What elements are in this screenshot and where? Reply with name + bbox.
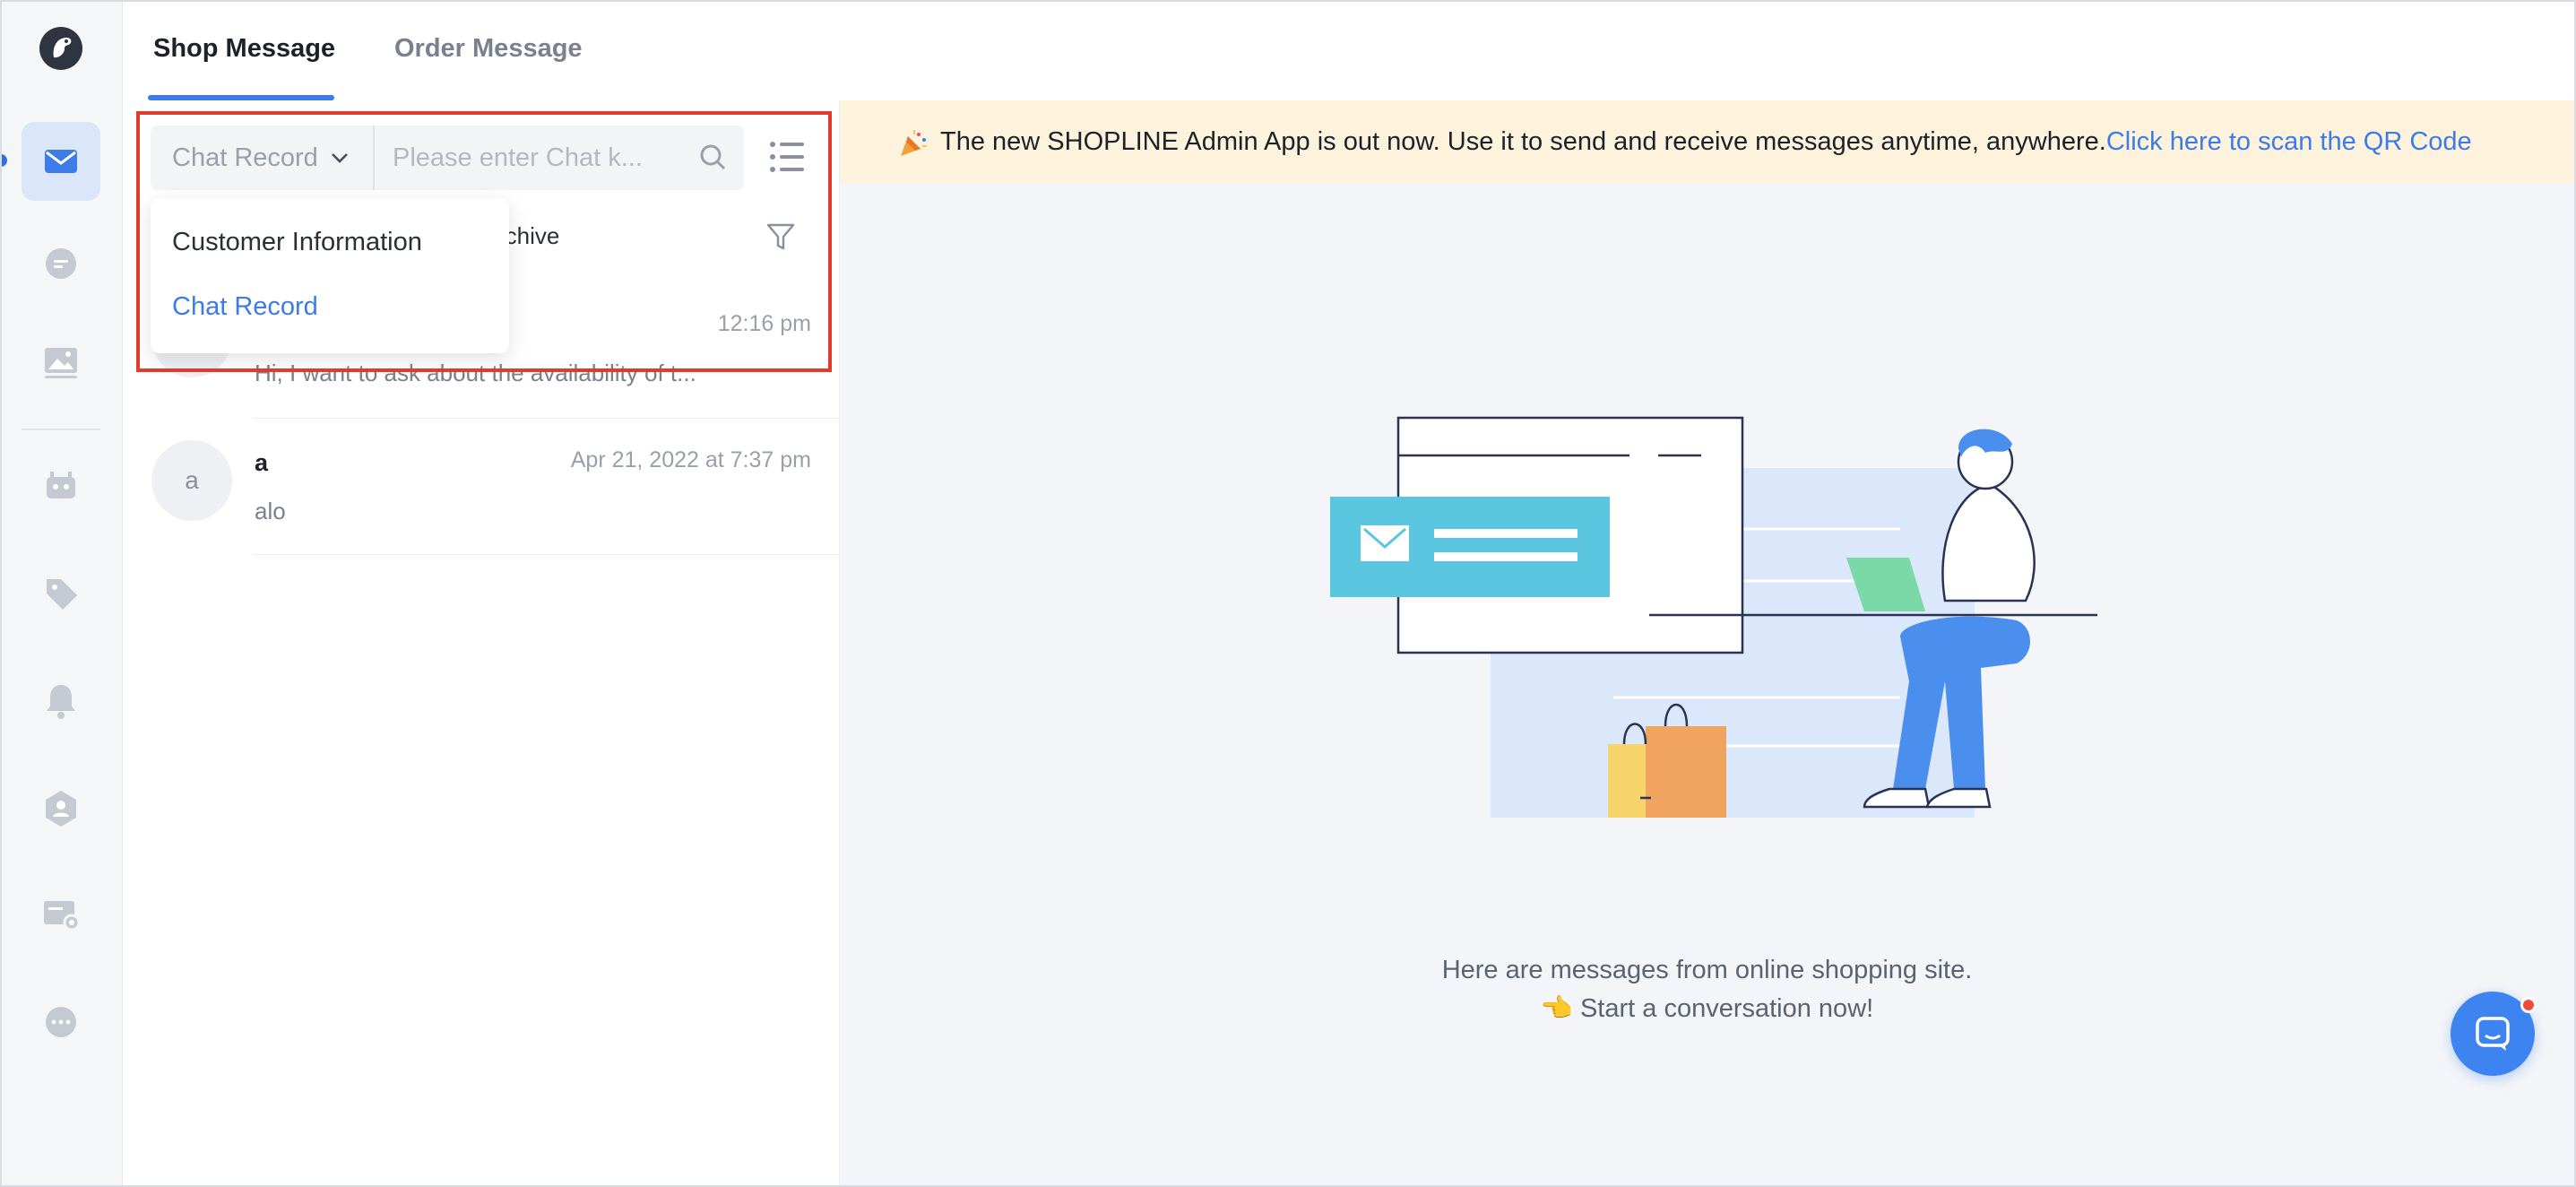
more-icon[interactable] <box>22 983 100 1061</box>
conversation-name: a <box>255 449 269 476</box>
card-settings-icon[interactable] <box>22 875 100 954</box>
contact-icon[interactable] <box>22 769 100 848</box>
banner-text: The new SHOPLINE Admin App is out now. U… <box>940 127 2106 156</box>
robot-icon[interactable] <box>22 446 100 525</box>
party-popper-icon <box>901 130 927 156</box>
tab-order-message[interactable]: Order Message <box>394 34 583 64</box>
chat-bubble-icon <box>2476 1017 2510 1051</box>
avatar: a <box>151 440 232 521</box>
tag-icon[interactable] <box>22 554 100 633</box>
tab-shop-message[interactable]: Shop Message <box>153 34 335 64</box>
logo-icon[interactable] <box>39 27 82 70</box>
empty-state-cta: 👈 Start a conversation now! <box>1540 994 1874 1023</box>
empty-state-message: Here are messages from online shopping s… <box>1441 956 1973 984</box>
row-divider <box>253 554 840 555</box>
rail-divider <box>22 429 100 430</box>
qr-code-link[interactable]: Click here to scan the QR Code <box>2106 127 2472 156</box>
conversation-time: Apr 21, 2022 at 7:37 pm <box>570 447 811 472</box>
mail-icon[interactable] <box>22 122 100 201</box>
app-promo-banner: The new SHOPLINE Admin App is out now. U… <box>840 100 2574 183</box>
conversation-item[interactable]: a a Apr 21, 2022 at 7:37 pm alo <box>123 419 840 555</box>
notification-dot <box>2520 997 2537 1013</box>
banner-message: The new SHOPLINE Admin App is out now. U… <box>940 127 2472 157</box>
gallery-icon[interactable] <box>22 323 100 402</box>
conversation-preview: alo <box>255 498 286 524</box>
empty-state-illustration <box>1330 416 2097 818</box>
bell-icon[interactable] <box>22 662 100 741</box>
left-nav-rail <box>0 0 123 1187</box>
active-indicator <box>0 154 7 167</box>
chat-icon[interactable] <box>22 224 100 303</box>
message-tabs: Shop Message Order Message <box>123 0 840 100</box>
highlight-annotation-box <box>136 111 832 372</box>
